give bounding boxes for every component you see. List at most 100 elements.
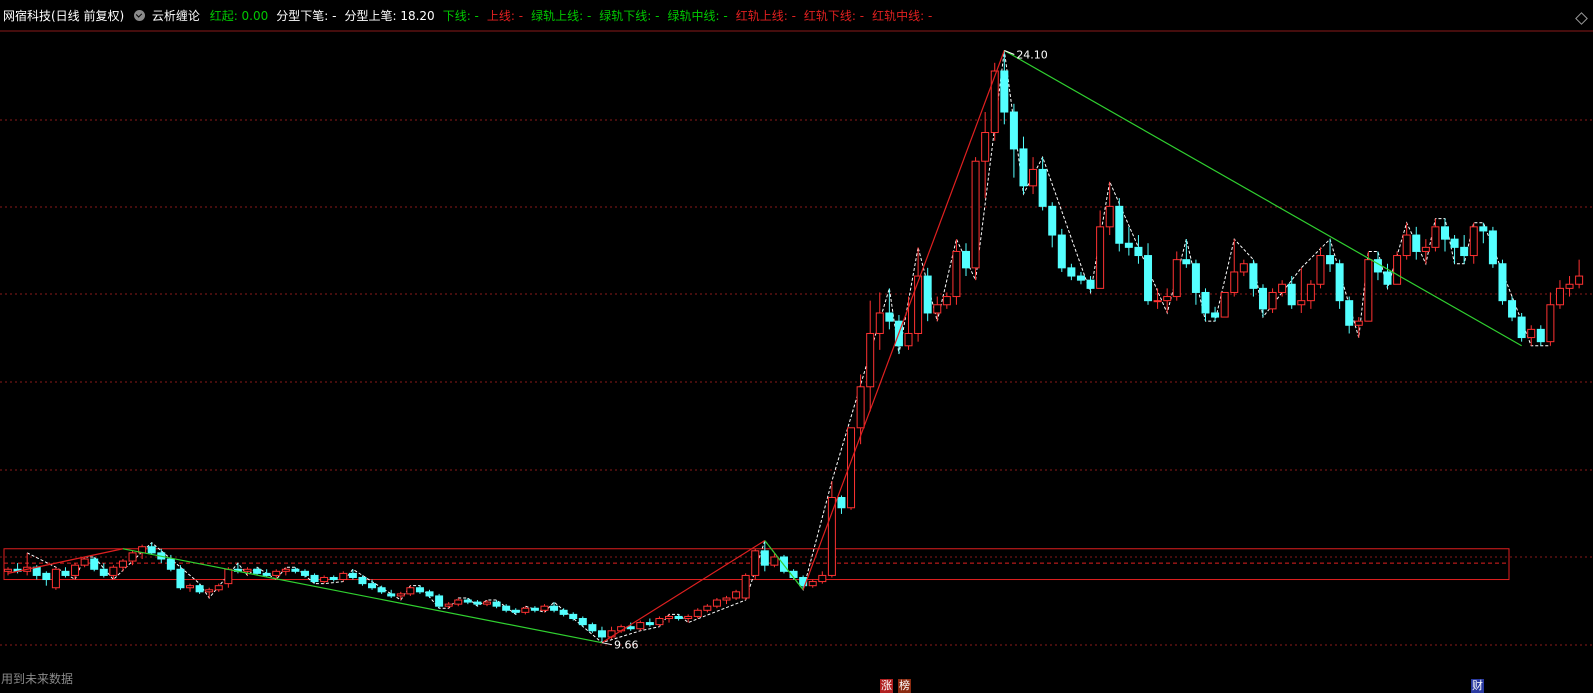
candle-body (1086, 279, 1095, 289)
candle-body (444, 603, 453, 607)
candle-body (454, 599, 463, 605)
candle-body (578, 617, 587, 626)
candle-body (1527, 328, 1536, 339)
candle-body (300, 570, 309, 576)
low-price-label: 9.66 (614, 639, 639, 652)
candle-body (61, 570, 70, 576)
candle-body (1230, 271, 1239, 293)
candle-body (243, 568, 252, 572)
candle-body (1172, 259, 1181, 298)
candle-body (559, 609, 568, 615)
candle-body (42, 572, 51, 581)
candle-body (492, 601, 501, 607)
candle-body (415, 587, 424, 593)
candle-body (1182, 259, 1191, 265)
candle-body (885, 312, 894, 322)
candle-body (1469, 226, 1478, 257)
candle-body (684, 615, 693, 619)
candle-body (1239, 263, 1248, 273)
candle-body (1038, 168, 1047, 207)
candle-body (463, 599, 472, 603)
candle-body (1316, 255, 1325, 285)
candle-body (1124, 242, 1133, 248)
candle-body (109, 566, 118, 576)
candle-body (473, 601, 482, 605)
candle-body (693, 609, 702, 617)
candle-body (1191, 263, 1200, 293)
candle-body (914, 275, 923, 334)
candle-body (741, 574, 750, 599)
candle-body (1412, 234, 1421, 252)
candle-body (483, 601, 491, 605)
candle-body (368, 583, 377, 589)
candle-body (856, 386, 865, 429)
candle-body (923, 275, 932, 314)
candle-body (205, 589, 214, 593)
candle-body (396, 593, 405, 597)
candle-body (971, 160, 980, 269)
candle-body (942, 296, 951, 306)
candle-body (281, 568, 290, 572)
fractal-zigzag (26, 50, 1551, 644)
event-tag[interactable]: 榜 (898, 679, 911, 693)
candle-body (875, 312, 884, 334)
candle-body (550, 605, 559, 611)
candle-body (760, 550, 769, 566)
candle-body (99, 568, 108, 576)
candle-body (1096, 226, 1105, 289)
candle-body (1364, 259, 1373, 322)
candle-body (406, 587, 415, 595)
candle-body (1575, 275, 1584, 285)
stroke-line (802, 50, 1005, 590)
candle-body (665, 615, 674, 619)
candle-body (176, 568, 185, 589)
candle-body (808, 581, 817, 587)
candle-body (1335, 263, 1344, 302)
candle-body (732, 591, 741, 599)
candle-body (1517, 316, 1526, 339)
candle-body (655, 617, 664, 626)
candle-body (387, 593, 396, 597)
candle-body (645, 622, 654, 626)
candle-body (1441, 226, 1449, 240)
candle-body (1029, 168, 1038, 187)
candle-body (1048, 205, 1057, 236)
candle-body (530, 607, 539, 611)
candle-body (253, 568, 262, 574)
candlestick-chart[interactable]: 24.10 9.66 (0, 0, 1593, 693)
candle-body (770, 556, 779, 566)
candle-body (272, 570, 281, 576)
candle-body (1019, 148, 1028, 187)
event-tag[interactable]: 财 (1471, 679, 1484, 693)
event-tag[interactable]: 涨 (880, 679, 893, 693)
candle-body (1536, 328, 1545, 343)
candle-body (866, 332, 875, 388)
candle-body (502, 605, 511, 611)
candle-body (1431, 226, 1440, 248)
candle-body (1546, 304, 1555, 343)
candle-body (1383, 271, 1392, 285)
high-price-label: 24.10 (1016, 49, 1048, 62)
stroke-line (601, 540, 766, 644)
candle-body (348, 572, 357, 578)
future-data-note: 用到未来数据 (1, 672, 74, 686)
candle-body (1297, 300, 1306, 306)
candle-body (1163, 296, 1172, 302)
candle-body (186, 585, 195, 589)
candle-body (511, 609, 520, 613)
candle-body (291, 568, 300, 572)
candle-body (990, 70, 999, 134)
candle-body (952, 250, 961, 298)
candle-body (674, 615, 683, 619)
candle-body (712, 599, 721, 607)
candle-body (310, 574, 319, 583)
candle-body (1249, 263, 1258, 289)
candle-body (1488, 230, 1497, 265)
candle-body (751, 550, 760, 576)
candle-body (90, 558, 99, 570)
candle-body (1402, 234, 1411, 257)
candle-body (329, 576, 338, 581)
candle-body (339, 572, 348, 581)
candle-body (1393, 255, 1402, 285)
candle-body (4, 568, 12, 572)
